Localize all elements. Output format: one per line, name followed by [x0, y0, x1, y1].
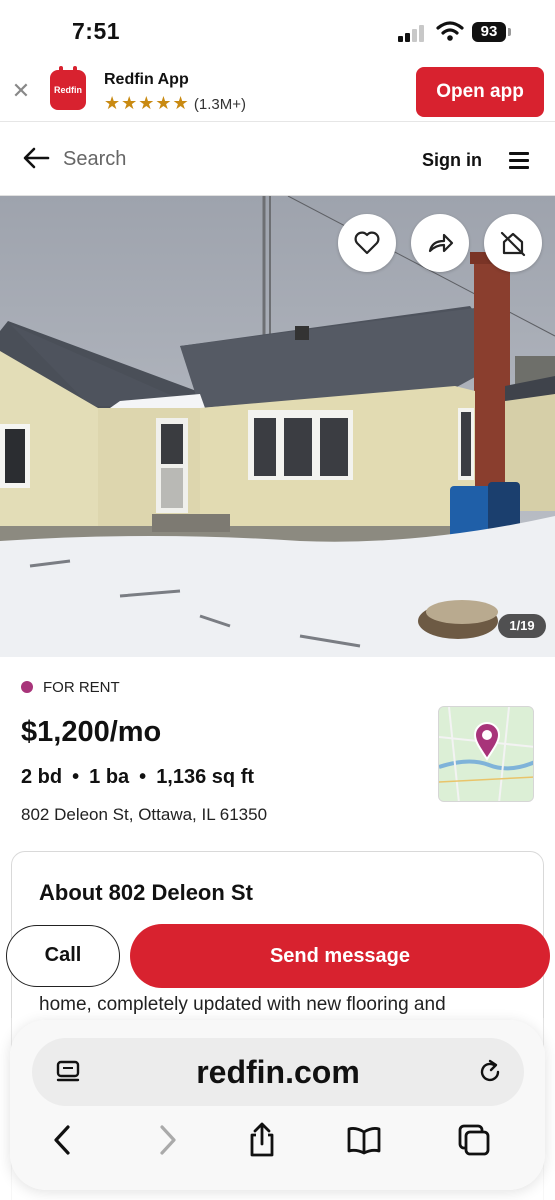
about-title: About 802 Deleon St	[39, 880, 253, 905]
address-bar[interactable]: redfin.com	[32, 1038, 524, 1106]
app-name: Redfin App	[104, 71, 189, 88]
back-arrow-icon[interactable]	[22, 146, 50, 170]
photo-counter: 1/19	[498, 614, 546, 638]
heart-icon	[354, 231, 380, 255]
beds-value: 2 bd	[21, 766, 63, 788]
app-install-banner: ✕ Redfin Redfin App ★★★★★ (1.3M+) Open a…	[0, 62, 555, 122]
search-input[interactable]: Search	[63, 148, 126, 171]
menu-icon[interactable]	[509, 152, 529, 169]
tabs-icon[interactable]	[456, 1122, 492, 1158]
map-pin-icon	[439, 707, 533, 801]
status-bar: 7:51 93	[0, 0, 555, 62]
fact-separator: •	[139, 766, 147, 788]
browser-back-icon[interactable]	[46, 1122, 82, 1158]
baths-value: 1 ba	[89, 766, 130, 788]
wifi-icon	[436, 21, 464, 41]
browser-forward-icon[interactable]	[148, 1122, 184, 1158]
open-app-button[interactable]: Open app	[416, 67, 544, 117]
listing-price: $1,200/mo	[21, 716, 162, 748]
about-description: home, completely updated with new floori…	[39, 994, 446, 1015]
app-rating: ★★★★★ (1.3M+)	[104, 93, 246, 114]
reload-icon[interactable]	[476, 1058, 504, 1086]
send-message-button[interactable]: Send message	[130, 924, 550, 988]
browser-toolbar: redfin.com	[10, 1020, 545, 1190]
house-photo-image	[0, 196, 555, 657]
redfin-app-icon: Redfin	[50, 66, 86, 110]
close-icon[interactable]: ✕	[10, 80, 32, 102]
share-button[interactable]	[411, 214, 469, 272]
map-thumbnail[interactable]	[438, 706, 534, 802]
share-icon[interactable]	[244, 1122, 280, 1158]
favorite-button[interactable]	[338, 214, 396, 272]
hide-listing-button[interactable]	[484, 214, 542, 272]
call-button[interactable]: Call	[6, 925, 120, 987]
status-dot-icon	[21, 681, 33, 693]
star-rating-icon: ★★★★★	[104, 93, 190, 113]
listing-status: FOR RENT	[21, 679, 120, 696]
battery-indicator: 93	[472, 22, 506, 42]
search-header: Search Sign in	[0, 122, 555, 196]
battery-tip	[508, 28, 511, 36]
status-time: 7:51	[72, 18, 121, 44]
fact-separator: •	[72, 766, 80, 788]
share-arrow-icon	[428, 233, 454, 253]
signal-icon	[398, 24, 428, 42]
rating-count: (1.3M+)	[193, 96, 246, 113]
hide-home-icon	[500, 231, 526, 257]
sign-in-link[interactable]: Sign in	[422, 150, 482, 171]
listing-photo[interactable]: 1/19	[0, 196, 555, 657]
listing-facts: 2 bd • 1 ba • 1,136 sq ft	[21, 766, 254, 789]
sqft-value: 1,136 sq ft	[156, 766, 255, 788]
url-text: redfin.com	[196, 1054, 360, 1090]
bookmarks-icon[interactable]	[346, 1122, 382, 1158]
status-label: FOR RENT	[43, 679, 120, 696]
listing-address: 802 Deleon St, Ottawa, IL 61350	[21, 805, 268, 824]
